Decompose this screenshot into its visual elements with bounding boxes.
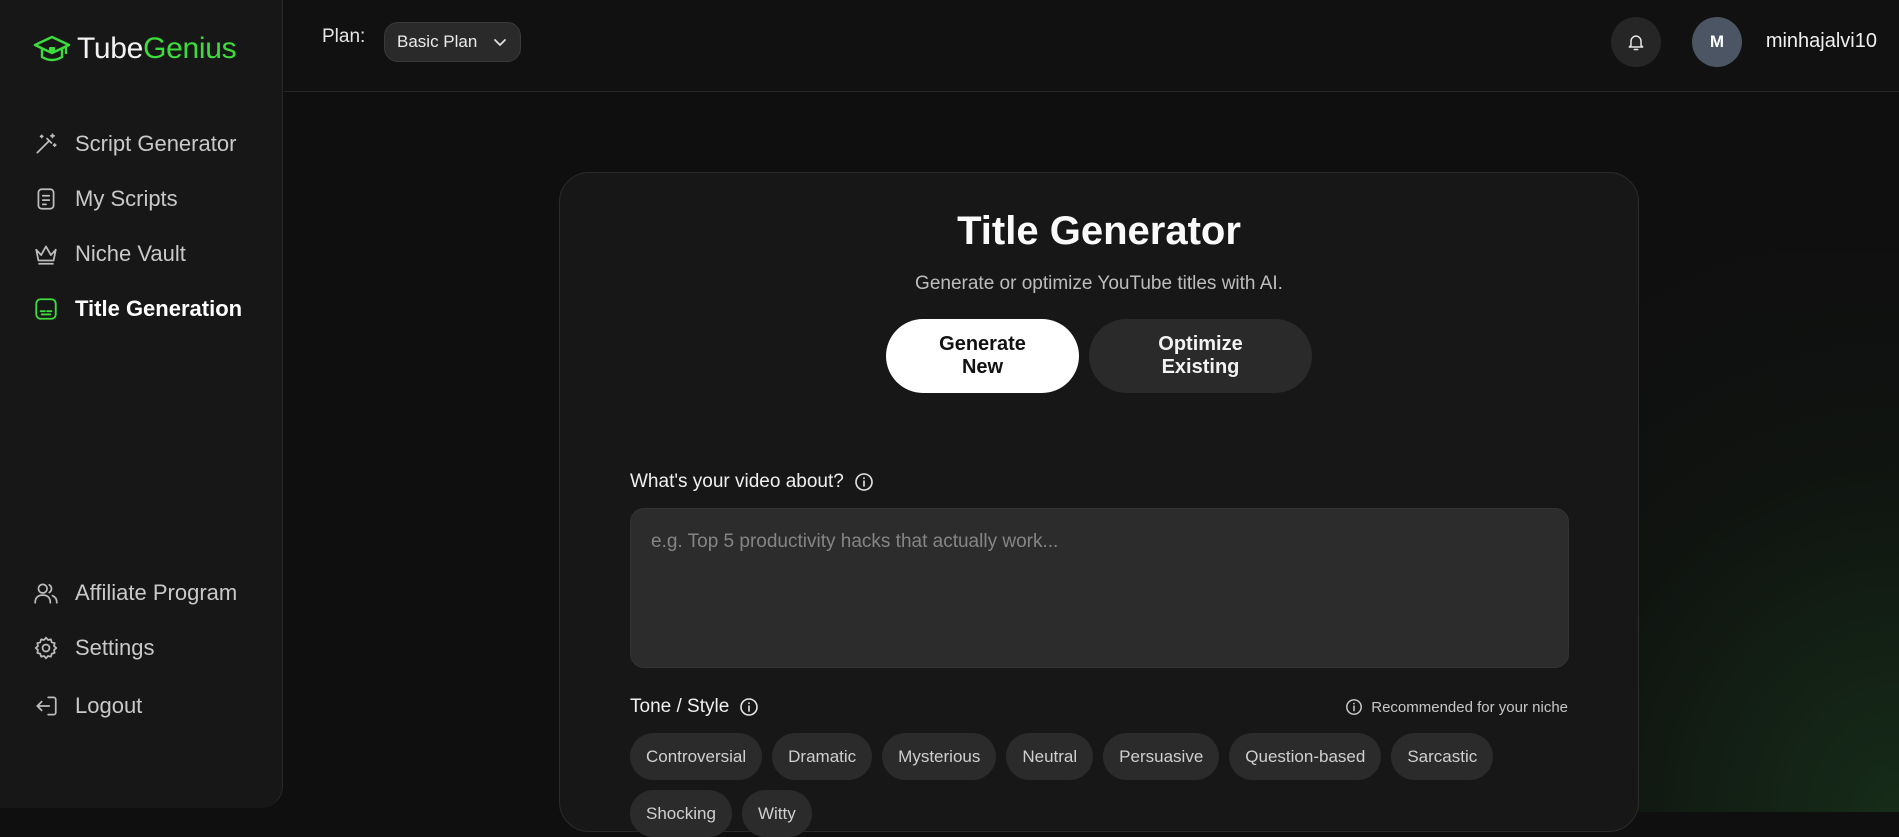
title-card-icon	[33, 296, 59, 322]
info-icon	[1345, 698, 1363, 716]
sidebar-item-label: Title Generation	[75, 296, 242, 322]
recommended-text: Recommended for your niche	[1371, 699, 1568, 716]
tone-chip-list: Controversial Dramatic Mysterious Neutra…	[630, 733, 1590, 837]
chevron-down-icon	[492, 34, 508, 50]
mode-toggle: Generate New Optimize Existing	[560, 319, 1638, 393]
title-generator-card: Title Generator Generate or optimize You…	[559, 172, 1639, 832]
magic-wand-icon	[33, 131, 59, 157]
logout-icon	[33, 693, 59, 719]
page-subtitle: Generate or optimize YouTube titles with…	[560, 273, 1638, 295]
tone-style-label: Tone / Style	[630, 696, 759, 718]
video-topic-input[interactable]	[630, 508, 1569, 668]
sidebar-item-affiliate-program[interactable]: Affiliate Program	[33, 565, 237, 620]
scroll-icon	[33, 186, 59, 212]
username[interactable]: minhajalvi10	[1766, 30, 1877, 53]
plan-label: Plan:	[322, 26, 365, 48]
video-topic-label-text: What's your video about?	[630, 471, 844, 493]
tone-chip-shocking[interactable]: Shocking	[630, 790, 732, 837]
sidebar-item-settings[interactable]: Settings	[33, 620, 237, 675]
tone-chip-neutral[interactable]: Neutral	[1006, 733, 1093, 780]
tone-chip-persuasive[interactable]: Persuasive	[1103, 733, 1219, 780]
optimize-existing-button[interactable]: Optimize Existing	[1089, 319, 1312, 393]
tone-chip-controversial[interactable]: Controversial	[630, 733, 762, 780]
logo-text-tube: Tube	[77, 32, 143, 66]
page-title: Title Generator	[560, 209, 1638, 254]
sidebar-item-title-generation[interactable]: Title Generation	[33, 281, 242, 336]
tone-chip-witty[interactable]: Witty	[742, 790, 812, 837]
gear-icon	[33, 635, 59, 661]
tone-chip-dramatic[interactable]: Dramatic	[772, 733, 872, 780]
tone-chip-question-based[interactable]: Question-based	[1229, 733, 1381, 780]
sidebar-nav-secondary: Affiliate Program Settings Logout	[33, 565, 237, 733]
sidebar-item-label: Logout	[75, 693, 142, 719]
sidebar-item-label: My Scripts	[75, 186, 178, 212]
info-icon[interactable]	[854, 472, 874, 492]
sidebar-item-niche-vault[interactable]: Niche Vault	[33, 226, 242, 281]
notifications-button[interactable]	[1611, 17, 1661, 67]
sidebar: TubeGenius Script Generator My Scripts N…	[0, 0, 283, 808]
logo-text-genius: Genius	[143, 32, 236, 66]
tone-chip-mysterious[interactable]: Mysterious	[882, 733, 996, 780]
sidebar-item-script-generator[interactable]: Script Generator	[33, 116, 242, 171]
tone-style-label-text: Tone / Style	[630, 696, 729, 718]
generate-new-button[interactable]: Generate New	[886, 319, 1079, 393]
video-topic-label: What's your video about?	[630, 471, 874, 493]
sidebar-item-label: Affiliate Program	[75, 580, 237, 606]
crown-icon	[33, 241, 59, 267]
users-icon	[33, 580, 59, 606]
sidebar-item-my-scripts[interactable]: My Scripts	[33, 171, 242, 226]
plan-select-value: Basic Plan	[397, 32, 477, 52]
bell-icon	[1626, 32, 1646, 52]
sidebar-nav-main: Script Generator My Scripts Niche Vault …	[33, 116, 242, 336]
sidebar-item-logout[interactable]: Logout	[33, 678, 237, 733]
tone-chip-sarcastic[interactable]: Sarcastic	[1391, 733, 1493, 780]
top-bar: Plan: Basic Plan M minhajalvi10	[284, 0, 1899, 92]
recommended-note: Recommended for your niche	[1345, 698, 1568, 716]
plan-select[interactable]: Basic Plan	[384, 22, 521, 62]
info-icon[interactable]	[739, 697, 759, 717]
sidebar-item-label: Script Generator	[75, 131, 236, 157]
sidebar-item-label: Settings	[75, 635, 155, 661]
app-logo[interactable]: TubeGenius	[33, 32, 236, 66]
sidebar-item-label: Niche Vault	[75, 241, 186, 267]
avatar[interactable]: M	[1692, 17, 1742, 67]
graduation-cap-icon	[33, 34, 71, 64]
